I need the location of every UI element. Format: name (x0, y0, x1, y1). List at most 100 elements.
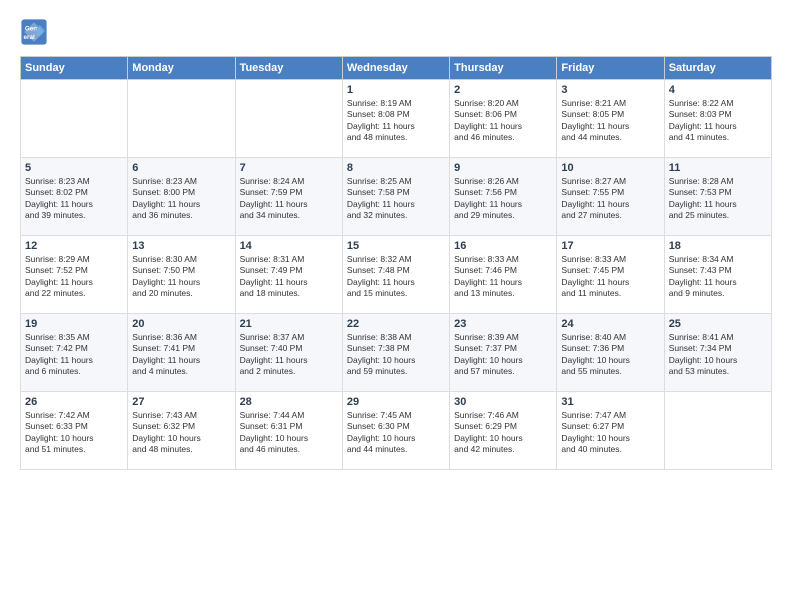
calendar-week-5: 26 Sunrise: 7:42 AM Sunset: 6:33 PM Dayli… (21, 392, 772, 470)
col-header-wednesday: Wednesday (342, 57, 449, 80)
day-number: 30 (454, 396, 552, 408)
calendar-cell: 10 Sunrise: 8:27 AM Sunset: 7:55 PM Dayli… (557, 158, 664, 236)
col-header-monday: Monday (128, 57, 235, 80)
day-number: 25 (669, 318, 767, 330)
day-number: 17 (561, 240, 659, 252)
calendar-week-1: 1Sunrise: 8:19 AM Sunset: 8:08 PM Daylig… (21, 80, 772, 158)
day-info: Sunrise: 8:38 AM Sunset: 7:38 PM Dayligh… (347, 332, 445, 378)
calendar-cell (21, 80, 128, 158)
calendar-cell: 18 Sunrise: 8:34 AM Sunset: 7:43 PM Dayli… (664, 236, 771, 314)
calendar-cell: 13Sunrise: 8:30 AM Sunset: 7:50 PM Dayli… (128, 236, 235, 314)
day-info: Sunrise: 8:39 AM Sunset: 7:37 PM Dayligh… (454, 332, 552, 378)
day-info: Sunrise: 8:24 AM Sunset: 7:59 PM Dayligh… (240, 176, 338, 222)
calendar-cell: 1Sunrise: 8:19 AM Sunset: 8:08 PM Daylig… (342, 80, 449, 158)
header-row: SundayMondayTuesdayWednesdayThursdayFrid… (21, 57, 772, 80)
day-info: Sunrise: 8:35 AM Sunset: 7:42 PM Dayligh… (25, 332, 123, 378)
day-info: Sunrise: 8:25 AM Sunset: 7:58 PM Dayligh… (347, 176, 445, 222)
day-number: 2 (454, 84, 552, 96)
calendar-cell: 12Sunrise: 8:29 AM Sunset: 7:52 PM Dayli… (21, 236, 128, 314)
calendar-cell: 24 Sunrise: 8:40 AM Sunset: 7:36 PM Dayli… (557, 314, 664, 392)
logo-icon: Gen eral (20, 18, 48, 46)
day-number: 13 (132, 240, 230, 252)
calendar-cell: 23 Sunrise: 8:39 AM Sunset: 7:37 PM Dayli… (450, 314, 557, 392)
calendar-cell: 17 Sunrise: 8:33 AM Sunset: 7:45 PM Dayli… (557, 236, 664, 314)
calendar-cell: 27Sunrise: 7:43 AM Sunset: 6:32 PM Dayli… (128, 392, 235, 470)
day-number: 10 (561, 162, 659, 174)
calendar-cell: 5 Sunrise: 8:23 AM Sunset: 8:02 PM Daylig… (21, 158, 128, 236)
day-number: 19 (25, 318, 123, 330)
day-number: 5 (25, 162, 123, 174)
col-header-sunday: Sunday (21, 57, 128, 80)
calendar-cell: 3 Sunrise: 8:21 AM Sunset: 8:05 PM Daylig… (557, 80, 664, 158)
day-number: 26 (25, 396, 123, 408)
day-number: 9 (454, 162, 552, 174)
calendar-cell: 16Sunrise: 8:33 AM Sunset: 7:46 PM Dayli… (450, 236, 557, 314)
calendar-cell: 31Sunrise: 7:47 AM Sunset: 6:27 PM Dayli… (557, 392, 664, 470)
day-number: 29 (347, 396, 445, 408)
calendar-cell: 6Sunrise: 8:23 AM Sunset: 8:00 PM Daylig… (128, 158, 235, 236)
day-info: Sunrise: 8:40 AM Sunset: 7:36 PM Dayligh… (561, 332, 659, 378)
day-number: 20 (132, 318, 230, 330)
col-header-saturday: Saturday (664, 57, 771, 80)
day-number: 28 (240, 396, 338, 408)
calendar-cell: 26 Sunrise: 7:42 AM Sunset: 6:33 PM Dayli… (21, 392, 128, 470)
day-info: Sunrise: 8:23 AM Sunset: 8:00 PM Dayligh… (132, 176, 230, 222)
day-info: Sunrise: 8:41 AM Sunset: 7:34 PM Dayligh… (669, 332, 767, 378)
logo: Gen eral (20, 18, 52, 46)
day-info: Sunrise: 8:32 AM Sunset: 7:48 PM Dayligh… (347, 254, 445, 300)
calendar-week-4: 19 Sunrise: 8:35 AM Sunset: 7:42 PM Dayli… (21, 314, 772, 392)
day-number: 24 (561, 318, 659, 330)
day-info: Sunrise: 7:47 AM Sunset: 6:27 PM Dayligh… (561, 410, 659, 456)
day-number: 21 (240, 318, 338, 330)
calendar-cell: 25 Sunrise: 8:41 AM Sunset: 7:34 PM Dayli… (664, 314, 771, 392)
page: Gen eral SundayMondayTuesdayWednesdayThu… (0, 0, 792, 612)
day-info: Sunrise: 7:46 AM Sunset: 6:29 PM Dayligh… (454, 410, 552, 456)
calendar-cell (664, 392, 771, 470)
day-number: 14 (240, 240, 338, 252)
day-number: 8 (347, 162, 445, 174)
day-number: 15 (347, 240, 445, 252)
svg-text:eral: eral (24, 34, 35, 41)
day-info: Sunrise: 8:33 AM Sunset: 7:46 PM Dayligh… (454, 254, 552, 300)
day-info: Sunrise: 8:36 AM Sunset: 7:41 PM Dayligh… (132, 332, 230, 378)
calendar-cell: 19 Sunrise: 8:35 AM Sunset: 7:42 PM Dayli… (21, 314, 128, 392)
calendar-cell: 30 Sunrise: 7:46 AM Sunset: 6:29 PM Dayli… (450, 392, 557, 470)
day-info: Sunrise: 8:33 AM Sunset: 7:45 PM Dayligh… (561, 254, 659, 300)
day-info: Sunrise: 8:27 AM Sunset: 7:55 PM Dayligh… (561, 176, 659, 222)
day-info: Sunrise: 8:26 AM Sunset: 7:56 PM Dayligh… (454, 176, 552, 222)
day-number: 4 (669, 84, 767, 96)
calendar-cell (235, 80, 342, 158)
calendar-cell: 29 Sunrise: 7:45 AM Sunset: 6:30 PM Dayli… (342, 392, 449, 470)
day-number: 12 (25, 240, 123, 252)
day-number: 11 (669, 162, 767, 174)
calendar-cell: 22Sunrise: 8:38 AM Sunset: 7:38 PM Dayli… (342, 314, 449, 392)
col-header-thursday: Thursday (450, 57, 557, 80)
calendar-cell: 11 Sunrise: 8:28 AM Sunset: 7:53 PM Dayli… (664, 158, 771, 236)
col-header-tuesday: Tuesday (235, 57, 342, 80)
day-info: Sunrise: 8:28 AM Sunset: 7:53 PM Dayligh… (669, 176, 767, 222)
day-info: Sunrise: 8:23 AM Sunset: 8:02 PM Dayligh… (25, 176, 123, 222)
calendar-week-3: 12Sunrise: 8:29 AM Sunset: 7:52 PM Dayli… (21, 236, 772, 314)
calendar-cell: 15 Sunrise: 8:32 AM Sunset: 7:48 PM Dayli… (342, 236, 449, 314)
day-number: 23 (454, 318, 552, 330)
day-info: Sunrise: 8:21 AM Sunset: 8:05 PM Dayligh… (561, 98, 659, 144)
calendar-cell: 7Sunrise: 8:24 AM Sunset: 7:59 PM Daylig… (235, 158, 342, 236)
day-info: Sunrise: 8:34 AM Sunset: 7:43 PM Dayligh… (669, 254, 767, 300)
day-number: 18 (669, 240, 767, 252)
calendar-table: SundayMondayTuesdayWednesdayThursdayFrid… (20, 56, 772, 470)
calendar-week-2: 5 Sunrise: 8:23 AM Sunset: 8:02 PM Daylig… (21, 158, 772, 236)
calendar-cell: 14 Sunrise: 8:31 AM Sunset: 7:49 PM Dayli… (235, 236, 342, 314)
day-info: Sunrise: 8:37 AM Sunset: 7:40 PM Dayligh… (240, 332, 338, 378)
day-info: Sunrise: 8:22 AM Sunset: 8:03 PM Dayligh… (669, 98, 767, 144)
day-number: 27 (132, 396, 230, 408)
day-number: 3 (561, 84, 659, 96)
calendar-cell: 9 Sunrise: 8:26 AM Sunset: 7:56 PM Daylig… (450, 158, 557, 236)
day-info: Sunrise: 7:42 AM Sunset: 6:33 PM Dayligh… (25, 410, 123, 456)
day-info: Sunrise: 7:44 AM Sunset: 6:31 PM Dayligh… (240, 410, 338, 456)
calendar-cell: 28 Sunrise: 7:44 AM Sunset: 6:31 PM Dayli… (235, 392, 342, 470)
day-info: Sunrise: 7:45 AM Sunset: 6:30 PM Dayligh… (347, 410, 445, 456)
day-info: Sunrise: 8:31 AM Sunset: 7:49 PM Dayligh… (240, 254, 338, 300)
day-info: Sunrise: 8:20 AM Sunset: 8:06 PM Dayligh… (454, 98, 552, 144)
day-number: 1 (347, 84, 445, 96)
calendar-cell (128, 80, 235, 158)
